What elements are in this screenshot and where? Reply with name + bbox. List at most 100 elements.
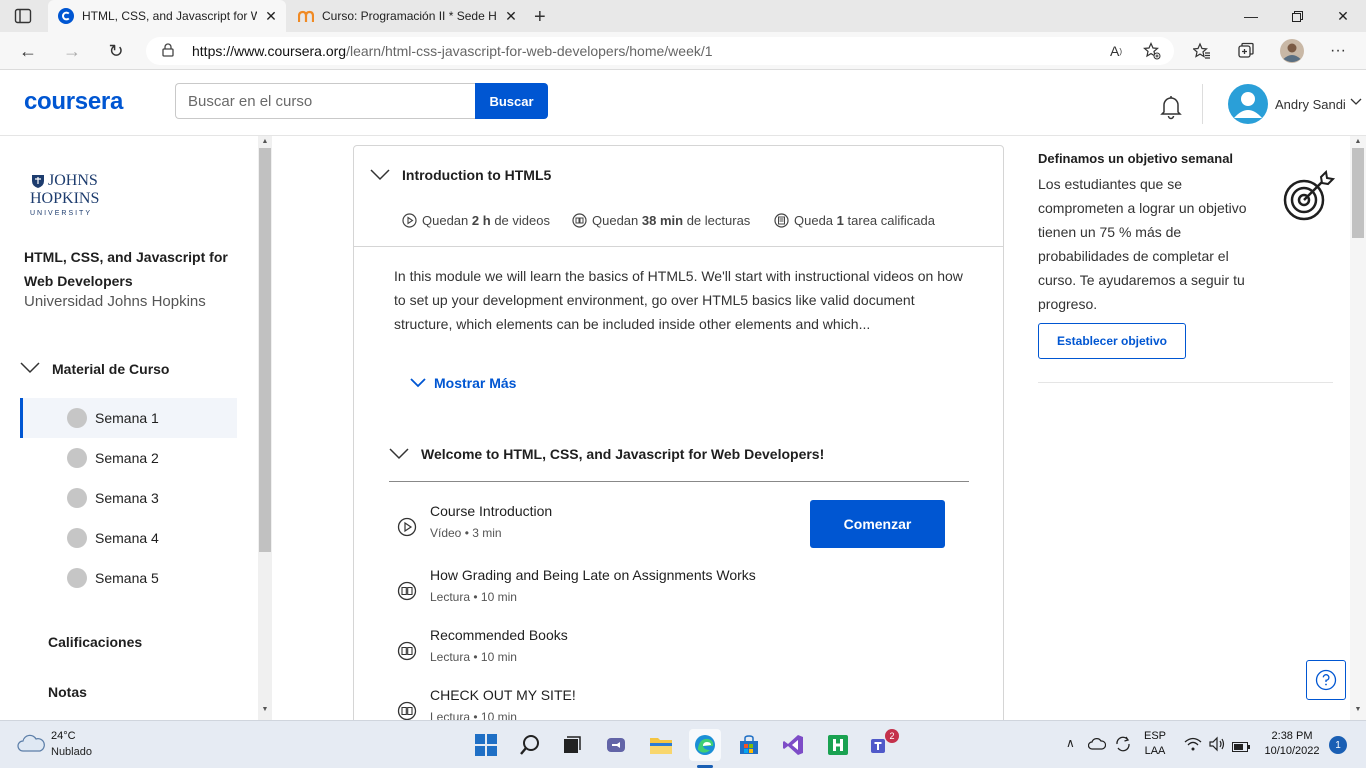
chevron-down-icon	[20, 361, 42, 377]
notification-badge[interactable]: 1	[1329, 736, 1347, 754]
reading-icon	[397, 641, 417, 666]
microsoft-store-icon[interactable]	[733, 729, 765, 761]
sidebar-item-week-5[interactable]: Semana 5	[20, 558, 237, 598]
teams-badge: 2	[885, 729, 899, 743]
search-button[interactable]: Buscar	[475, 83, 548, 119]
scroll-down-icon[interactable]: ▼	[1352, 706, 1364, 713]
file-explorer-icon[interactable]	[645, 729, 677, 761]
chevron-down-icon[interactable]	[1350, 97, 1362, 109]
set-goal-button[interactable]: Establecer objetivo	[1038, 323, 1186, 359]
user-avatar-icon[interactable]	[1228, 84, 1268, 124]
browser-tab-moodle[interactable]: Curso: Programación II * Sede He ✕	[288, 0, 526, 32]
start-button[interactable]: Comenzar	[810, 500, 945, 548]
task-view-icon[interactable]	[556, 729, 588, 761]
page-scrollbar-thumb[interactable]	[1352, 148, 1364, 238]
week-label: Semana 5	[95, 570, 159, 586]
week-status-icon	[67, 528, 87, 548]
wifi-icon[interactable]	[1184, 737, 1202, 756]
sidebar-item-notes[interactable]: Notas	[48, 684, 87, 700]
profile-avatar[interactable]	[1278, 38, 1306, 64]
sidebar-scrollbar-thumb[interactable]	[259, 148, 271, 552]
forward-icon[interactable]: →	[58, 38, 86, 64]
item-title: Course Introduction	[430, 503, 553, 519]
sidebar-item-week-4[interactable]: Semana 4	[20, 518, 237, 558]
scroll-down-icon[interactable]: ▼	[259, 706, 271, 713]
volume-icon[interactable]	[1208, 736, 1226, 757]
jhu-logo-line1: JOHNS	[48, 172, 98, 189]
collections-icon[interactable]	[1232, 38, 1260, 64]
search-icon[interactable]	[514, 729, 546, 761]
minimize-icon[interactable]: —	[1228, 0, 1274, 32]
goal-divider	[1038, 382, 1333, 383]
stat-value: 1	[836, 213, 844, 228]
johns-hopkins-logo: JOHNS HOPKINS UNIVERSITY	[30, 172, 110, 217]
address-bar[interactable]: https://www.coursera.org/learn/html-css-…	[146, 37, 1174, 65]
edge-browser-icon[interactable]	[689, 729, 721, 761]
sync-icon[interactable]	[1114, 735, 1132, 758]
clock[interactable]: 2:38 PM 10/10/2022	[1260, 730, 1324, 757]
coursera-logo[interactable]: coursera	[24, 88, 123, 116]
chevron-up-icon[interactable]: ∧	[1066, 736, 1075, 750]
sidebar-item-week-2[interactable]: Semana 2	[20, 438, 237, 478]
browser-tab-strip: HTML, CSS, and Javascript for We ✕ Curso…	[0, 0, 1366, 32]
visual-studio-icon[interactable]	[777, 729, 809, 761]
stat-suffix: de lecturas	[686, 213, 751, 228]
tab-actions-icon[interactable]	[14, 8, 32, 24]
windows-taskbar: 24°C Nublado 2 ∧ ESP LAA 2:38 PM 10/10/2…	[0, 720, 1366, 768]
new-tab-icon[interactable]: +	[534, 6, 546, 29]
jhu-shield-icon	[32, 175, 44, 188]
close-tab-icon[interactable]: ✕	[503, 8, 519, 25]
module-description: In this module we will learn the basics …	[394, 268, 963, 332]
url-path: /learn/html-css-javascript-for-web-devel…	[346, 43, 713, 59]
close-window-icon[interactable]: ✕	[1320, 0, 1366, 32]
scroll-up-icon[interactable]: ▲	[1352, 138, 1364, 145]
list-item[interactable]: Recommended Books Lectura • 10 min	[397, 627, 957, 677]
help-button[interactable]	[1306, 660, 1346, 700]
sidebar-item-grades[interactable]: Calificaciones	[48, 634, 142, 650]
windows-start-icon[interactable]	[470, 729, 502, 761]
refresh-icon[interactable]: ↻	[102, 38, 130, 64]
cloud-weather-icon[interactable]	[16, 732, 46, 759]
more-options-icon[interactable]: ···	[1324, 38, 1352, 64]
reading-icon	[572, 213, 587, 228]
course-search-input[interactable]	[175, 83, 475, 119]
item-meta: Vídeo • 3 min	[430, 526, 502, 540]
lesson-group-title: Welcome to HTML, CSS, and Javascript for…	[421, 446, 825, 462]
stat-suffix: tarea calificada	[847, 213, 935, 228]
browser-tab-coursera[interactable]: HTML, CSS, and Javascript for We ✕	[48, 0, 286, 32]
show-more-link[interactable]: Mostrar Más	[410, 375, 516, 391]
read-aloud-icon[interactable]: A)	[1102, 38, 1130, 64]
sidebar-item-week-3[interactable]: Semana 3	[20, 478, 237, 518]
lesson-group-header[interactable]: Welcome to HTML, CSS, and Javascript for…	[389, 444, 969, 482]
green-app-icon[interactable]	[822, 729, 854, 761]
target-icon	[1282, 169, 1336, 229]
chevron-down-icon[interactable]	[370, 168, 390, 186]
battery-icon[interactable]	[1232, 739, 1250, 757]
favorites-icon[interactable]	[1188, 38, 1216, 64]
week-label: Semana 4	[95, 530, 159, 546]
scroll-up-icon[interactable]: ▲	[259, 138, 271, 145]
module-header: Introduction to HTML5 Quedan 2 h de vide…	[354, 146, 1003, 247]
notifications-bell-icon[interactable]	[1158, 94, 1184, 125]
back-icon[interactable]: ←	[14, 38, 42, 64]
sidebar-item-week-1[interactable]: Semana 1	[20, 398, 237, 438]
teams-chat-icon[interactable]	[600, 729, 632, 761]
restore-icon[interactable]	[1274, 0, 1320, 32]
language-indicator[interactable]: ESP LAA	[1140, 730, 1170, 757]
coursera-favicon-icon	[58, 8, 74, 24]
course-name[interactable]: HTML, CSS, and Javascript for Web Develo…	[24, 245, 244, 293]
list-item[interactable]: How Grading and Being Late on Assignment…	[397, 567, 957, 617]
week-status-icon	[67, 448, 87, 468]
add-favorite-icon[interactable]	[1138, 38, 1166, 64]
tab-title: Curso: Programación II * Sede He	[322, 9, 497, 23]
user-name[interactable]: Andry Sandi	[1275, 97, 1346, 112]
close-tab-icon[interactable]: ✕	[263, 8, 279, 25]
goal-text: Los estudiantes que se comprometen a log…	[1038, 176, 1247, 312]
moodle-favicon-icon	[298, 8, 314, 24]
assignment-icon	[774, 213, 789, 228]
module-title[interactable]: Introduction to HTML5	[402, 167, 551, 183]
course-material-toggle[interactable]: Material de Curso	[20, 361, 169, 377]
cloud-icon[interactable]	[1087, 737, 1107, 756]
chevron-down-icon	[389, 447, 409, 465]
item-meta: Lectura • 10 min	[430, 650, 517, 664]
